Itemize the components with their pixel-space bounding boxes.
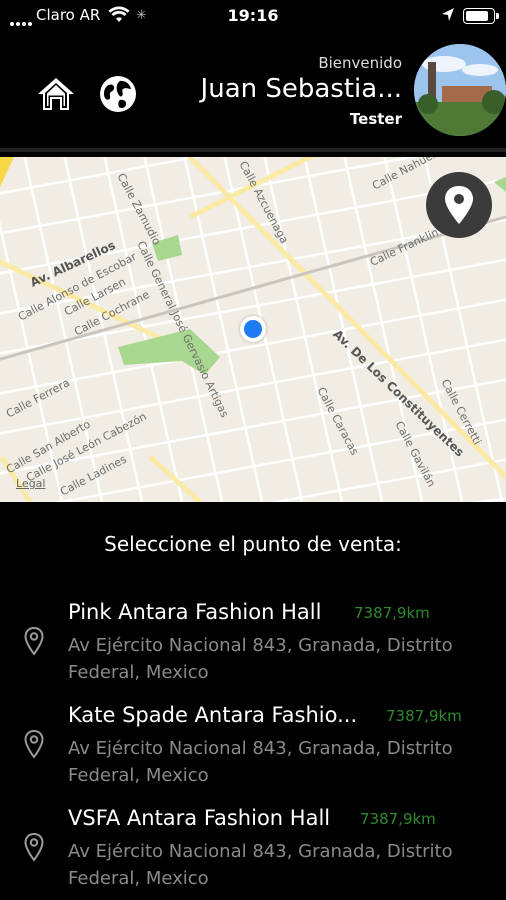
location-arrow-icon (442, 8, 454, 21)
store-item[interactable]: VSFA Antara Fashion Hall 7387,9km Av Ejé… (0, 806, 506, 900)
center-location-button[interactable] (426, 172, 492, 238)
map-legal-link[interactable]: Legal (16, 477, 45, 490)
location-pin-icon (24, 832, 44, 862)
user-role: Tester (349, 110, 402, 128)
globe-icon[interactable] (98, 74, 138, 114)
avatar[interactable] (414, 44, 506, 136)
store-item[interactable]: Pink Antara Fashion Hall 7387,9km Av Ejé… (0, 600, 506, 700)
status-bar: Claro AR ✳ 19:16 (0, 0, 506, 34)
store-item[interactable]: Kate Spade Antara Fashio... 7387,9km Av … (0, 703, 506, 803)
store-name: VSFA Antara Fashion Hall (68, 806, 331, 830)
store-address: Av Ejército Nacional 843, Granada, Distr… (68, 635, 453, 683)
battery-icon (463, 8, 499, 24)
location-pin-icon (24, 626, 44, 656)
section-title: Seleccione el punto de venta: (104, 532, 402, 556)
header-divider (0, 148, 506, 152)
store-address: Av Ejército Nacional 843, Granada, Distr… (68, 738, 453, 786)
location-pin-icon (24, 729, 44, 759)
clock: 19:16 (227, 6, 279, 25)
store-distance: 7387,9km (360, 810, 436, 828)
avatar-photo (414, 44, 506, 136)
home-icon[interactable] (36, 76, 76, 112)
current-location-dot (240, 316, 266, 342)
store-name: Kate Spade Antara Fashio... (68, 703, 358, 727)
app-header: Bienvenido Juan Sebastia... Tester (0, 34, 506, 152)
store-distance: 7387,9km (386, 707, 462, 725)
user-name: Juan Sebastia... (200, 74, 402, 104)
store-name: Pink Antara Fashion Hall (68, 600, 322, 624)
store-distance: 7387,9km (354, 604, 430, 622)
welcome-label: Bienvenido (318, 54, 402, 72)
map-pin-icon (445, 186, 473, 224)
store-address: Av Ejército Nacional 843, Granada, Distr… (68, 841, 453, 889)
